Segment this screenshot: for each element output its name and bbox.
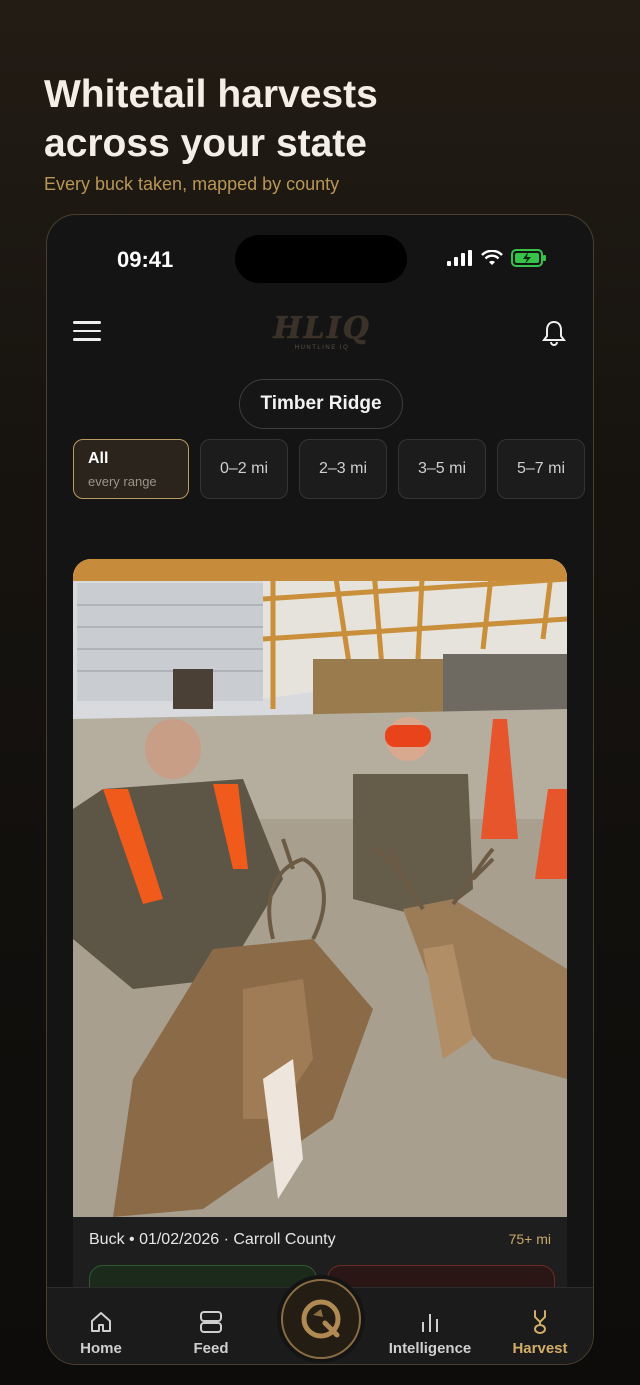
hamburger-icon <box>73 321 101 324</box>
range-filter-chips: All every range 0–2 mi 2–3 mi 3–5 mi 5–7… <box>73 439 585 499</box>
harvest-meta: Buck • 01/02/2026 · Carroll County <box>89 1231 336 1248</box>
range-chip-all[interactable]: All every range <box>73 439 189 499</box>
wifi-icon <box>481 250 503 265</box>
menu-button[interactable] <box>73 321 101 345</box>
home-icon <box>91 1312 111 1332</box>
range-chip-2-3[interactable]: 2–3 mi <box>299 439 387 499</box>
tab-home[interactable]: Home <box>51 1308 151 1358</box>
tab-label: Home <box>80 1340 122 1357</box>
chart-bars-icon <box>422 1314 438 1332</box>
app-header: HLIQ HUNTLINE IQ <box>47 309 593 361</box>
tab-label: Feed <box>193 1340 229 1357</box>
logo-text: HLIQ <box>273 311 371 346</box>
promo-subtitle: Every buck taken, mapped by county <box>44 174 340 194</box>
harvest-photo[interactable] <box>73 559 567 1217</box>
harvest-card[interactable]: Buck • 01/02/2026 · Carroll County 75+ m… <box>73 559 567 1319</box>
antler-icon <box>534 1310 546 1334</box>
chip-sublabel: every range <box>88 473 157 489</box>
tab-harvest[interactable]: Harvest <box>490 1308 590 1358</box>
tab-label: Intelligence <box>388 1340 472 1357</box>
phone-frame: 09:41 HLIQ HUNTLINE IQ Timber Ridge All … <box>46 214 594 1365</box>
location-selector[interactable]: Timber Ridge <box>239 379 403 429</box>
status-icons <box>447 249 547 267</box>
range-chip-5-7[interactable]: 5–7 mi <box>497 439 585 499</box>
tab-intelligence[interactable]: Intelligence <box>380 1308 480 1358</box>
notifications-button[interactable] <box>541 319 567 347</box>
feed-icon <box>200 1311 222 1333</box>
promo-title: Whitetail harvests across your state <box>44 73 378 165</box>
tab-label: Harvest <box>512 1340 568 1357</box>
app-logo: HLIQ HUNTLINE IQ <box>269 313 375 357</box>
signal-icon <box>447 250 472 266</box>
dynamic-island <box>235 235 407 283</box>
tab-feed[interactable]: Feed <box>161 1308 261 1358</box>
chip-label: All <box>88 449 109 467</box>
battery-charging-icon <box>511 249 546 267</box>
range-chip-0-2[interactable]: 0–2 mi <box>200 439 288 499</box>
status-time: 09:41 <box>117 247 174 272</box>
range-chip-3-5[interactable]: 3–5 mi <box>398 439 486 499</box>
center-action-button[interactable] <box>281 1279 361 1359</box>
harvest-distance-badge: 75+ mi <box>508 1231 551 1247</box>
bell-icon <box>542 320 566 346</box>
logo-q-icon <box>301 1299 341 1339</box>
